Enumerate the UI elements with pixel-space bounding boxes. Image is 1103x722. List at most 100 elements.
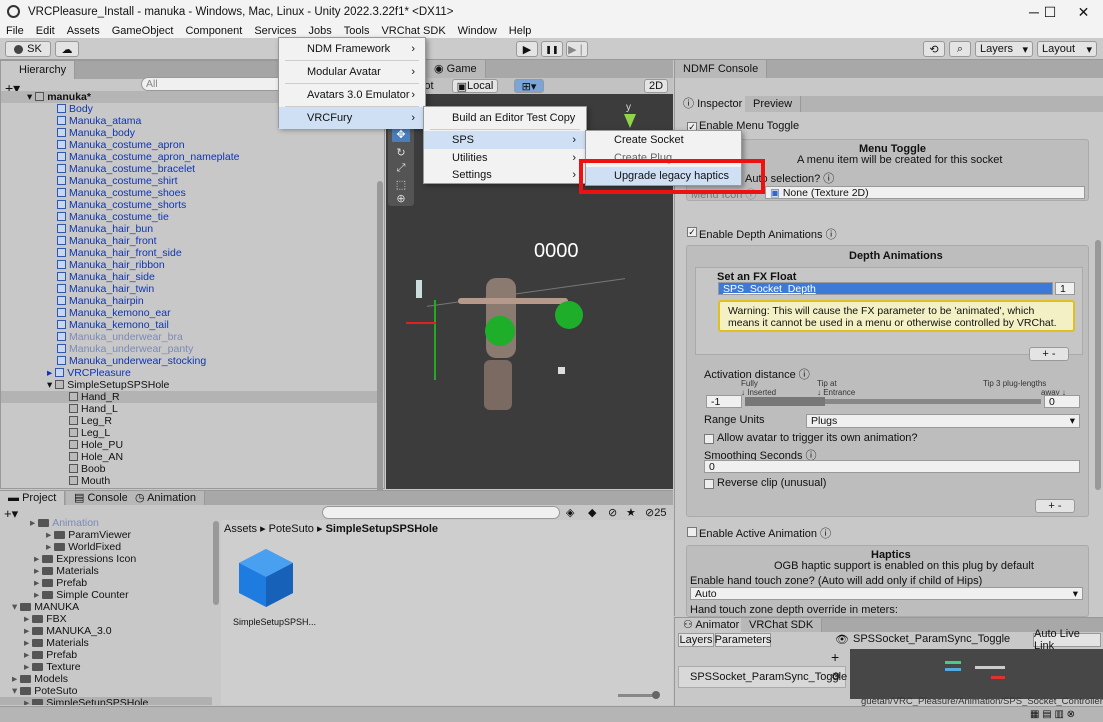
label-icon[interactable]: ◆ (588, 506, 596, 519)
tab-project[interactable]: ▬ Project (0, 491, 66, 505)
project-folder-item[interactable]: ▸ Materials (24, 637, 89, 649)
hierarchy-item[interactable]: Manuka_costume_tie (57, 211, 169, 223)
search-icon[interactable]: ⌕ (949, 41, 971, 57)
tab-vrchat-sdk[interactable]: VRChat SDK (741, 618, 823, 632)
menu-item-create-socket[interactable]: Create Socket (586, 131, 741, 149)
hierarchy-item-vrcpleasure[interactable]: ▸ VRCPleasure (47, 367, 131, 379)
smoothing-input[interactable]: 0 (704, 460, 1080, 473)
hierarchy-item-child[interactable]: Boob (69, 463, 106, 475)
menu-vrchat-sdk[interactable]: VRChat SDK (375, 24, 451, 38)
hierarchy-item[interactable]: Manuka_costume_apron_nameplate (57, 151, 239, 163)
hierarchy-item-child[interactable]: Mouth (69, 475, 110, 487)
hand-touch-dropdown[interactable]: Auto ▾ (690, 587, 1083, 600)
animator-graph[interactable] (850, 649, 1103, 699)
expand-arrow-icon[interactable]: ▸ (34, 589, 42, 601)
menu-jobs[interactable]: Jobs (303, 24, 338, 38)
state-node[interactable] (991, 676, 1005, 679)
hierarchy-item-child[interactable]: Leg_L (69, 427, 110, 439)
tab-inspector[interactable]: ⓘ Inspector (675, 96, 752, 112)
activation-slider-range[interactable] (745, 397, 825, 406)
animator-breadcrumb[interactable]: SPSSocket_ParamSync_Toggle (853, 633, 1010, 645)
inspector-scrollbar[interactable] (1095, 240, 1101, 490)
add-remove-buttons[interactable]: + - (1029, 347, 1069, 361)
menu-file[interactable]: File (0, 24, 30, 38)
fx-param-number[interactable]: 1 (1055, 282, 1075, 295)
hierarchy-item[interactable]: Manuka_hair_front (57, 235, 157, 247)
project-folder-item[interactable]: ▸ Prefab (34, 577, 87, 589)
project-folder-item[interactable]: ▸ Texture (24, 661, 81, 673)
state-node[interactable] (945, 668, 961, 671)
star-icon[interactable]: ★ (626, 506, 636, 519)
project-folder-item[interactable]: ▸ ParamViewer (46, 529, 131, 541)
enable-active-anim-checkbox[interactable] (687, 527, 697, 537)
slider-handle[interactable] (652, 691, 660, 699)
range-units-dropdown[interactable]: Plugs ▾ (806, 414, 1080, 428)
2d-toggle[interactable]: 2D (644, 79, 668, 93)
tab-animation[interactable]: ◷ Animation (127, 491, 205, 505)
tab-preview[interactable]: Preview (745, 96, 802, 112)
allow-trigger-checkbox[interactable] (704, 434, 714, 444)
project-folder-item[interactable]: ▸ MANUKA_3.0 (24, 625, 112, 637)
project-folder-item[interactable]: ▸ Simple Counter (34, 589, 129, 601)
hidden-icon[interactable]: ⊘ (608, 506, 617, 519)
prefab-asset-label[interactable]: SimpleSetupSPSH... (233, 617, 316, 627)
activation-min-input[interactable]: -1 (706, 395, 742, 408)
cloud-icon[interactable]: ☁ (55, 41, 79, 57)
rect-tool-icon[interactable]: ⬚ (392, 178, 410, 192)
menu-gameobject[interactable]: GameObject (106, 24, 180, 38)
project-folder-item[interactable]: ▸ Materials (34, 565, 99, 577)
menu-component[interactable]: Component (179, 24, 248, 38)
project-folder-item[interactable]: ▾ PoteSuto (12, 685, 77, 697)
menu-assets[interactable]: Assets (61, 24, 106, 38)
menu-item-settings[interactable]: Settings › (424, 166, 586, 184)
project-folder-item[interactable]: ▸ WorldFixed (46, 541, 121, 553)
tab-game[interactable]: ◉ Game (426, 60, 486, 78)
expand-arrow-icon[interactable]: ▸ (24, 649, 32, 661)
project-folder-item[interactable]: ▸ SimpleSetupSPSHole (0, 697, 212, 705)
reverse-clip-checkbox[interactable] (704, 479, 714, 489)
menu-tools[interactable]: Tools (338, 24, 376, 38)
menu-item-utilities[interactable]: Utilities › (424, 149, 586, 167)
hierarchy-item[interactable]: Manuka_underwear_stocking (57, 355, 206, 367)
grid-snap-button[interactable]: ⊞▾ (514, 79, 544, 93)
menu-item-sps[interactable]: SPS › (424, 131, 586, 149)
scale-tool-icon[interactable]: ⤢ (392, 162, 410, 176)
project-folder-item[interactable]: ▸ Prefab (24, 649, 77, 661)
expand-arrow-icon[interactable]: ▸ (24, 625, 32, 637)
hierarchy-item[interactable]: Manuka_atama (57, 115, 141, 127)
hierarchy-item[interactable]: Manuka_hair_ribbon (57, 259, 165, 271)
project-folder-item[interactable]: ▾ MANUKA (12, 601, 79, 613)
eye-icon[interactable]: 👁 (835, 633, 849, 646)
menu-services[interactable]: Services (248, 24, 302, 38)
play-button[interactable]: ▶ (516, 41, 538, 57)
project-folder-item[interactable]: ▸ Expressions Icon (34, 553, 136, 565)
scene-gizmo-y-icon[interactable] (624, 114, 636, 128)
tab-hierarchy[interactable]: Hierarchy (1, 61, 76, 79)
expand-arrow-icon[interactable]: ▸ (24, 661, 32, 673)
expand-arrow-icon[interactable]: ▸ (24, 637, 32, 649)
project-search-input[interactable] (322, 506, 560, 519)
project-folder-item[interactable]: ▸ FBX (24, 613, 67, 625)
hierarchy-item-child[interactable]: Hole_PU (69, 439, 123, 451)
rotate-tool-icon[interactable]: ↻ (392, 146, 410, 160)
state-node[interactable] (975, 666, 1005, 669)
menu-help[interactable]: Help (503, 24, 538, 38)
menu-item-modular-avatar[interactable]: Modular Avatar › (279, 61, 425, 83)
hierarchy-item-child[interactable]: Hand_R (69, 391, 120, 403)
hierarchy-item[interactable]: Manuka_hair_twin (57, 283, 154, 295)
expand-arrow-icon[interactable]: ▸ (46, 529, 54, 541)
maximize-button[interactable]: ☐ (1033, 0, 1067, 24)
add-layer-icon[interactable]: + (831, 649, 839, 665)
menu-window[interactable]: Window (452, 24, 503, 38)
hierarchy-item[interactable]: Manuka_underwear_bra (57, 331, 183, 343)
hierarchy-item-child[interactable]: Leg_R (69, 415, 112, 427)
expand-arrow-icon[interactable]: ▸ (24, 697, 32, 705)
animator-parameters-tab[interactable]: Parameters (715, 633, 771, 647)
activation-max-input[interactable]: 0 (1044, 395, 1080, 408)
transform-tool-icon[interactable]: ⊕ (392, 192, 410, 206)
tab-animator[interactable]: ⚇ Animator (675, 618, 749, 632)
enable-depth-checkbox[interactable]: ✓ (687, 227, 697, 237)
crumb-potesuto[interactable]: PoteSuto (269, 523, 314, 535)
prefab-asset-icon[interactable] (237, 547, 295, 609)
expand-arrow-icon[interactable]: ▸ (24, 613, 32, 625)
